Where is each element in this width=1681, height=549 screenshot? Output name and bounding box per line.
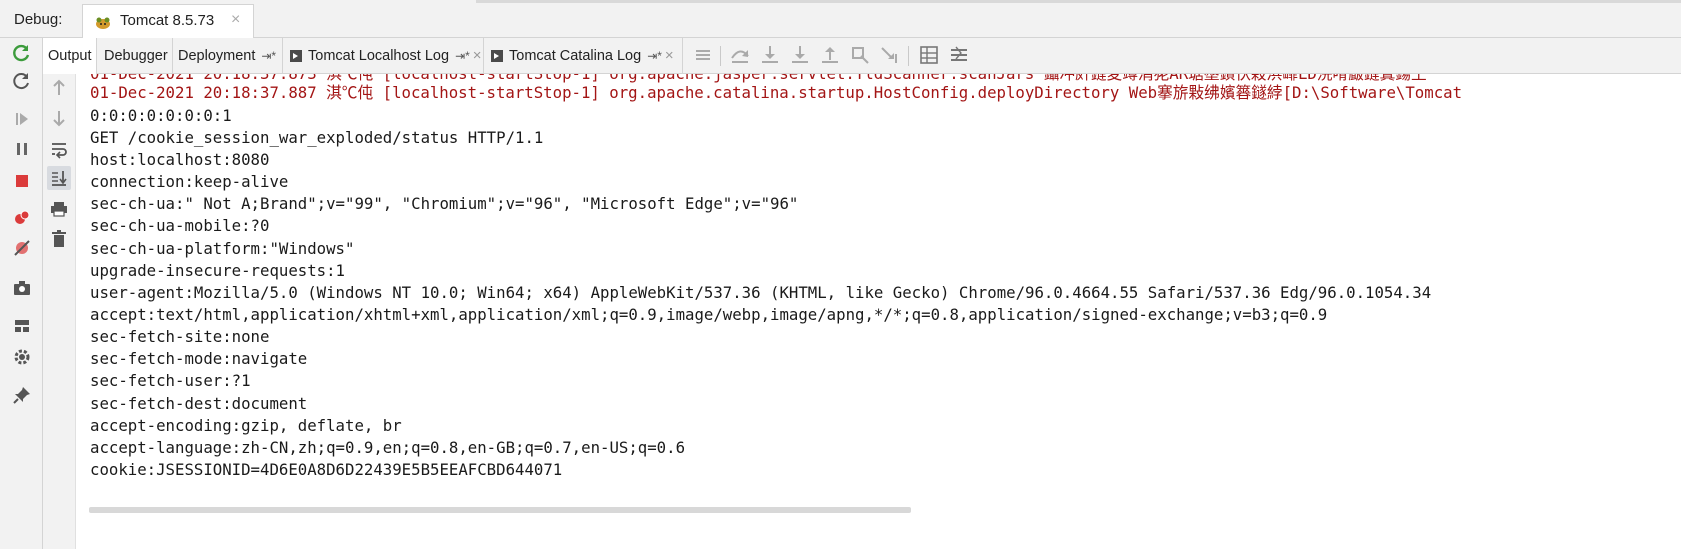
console-icon <box>290 49 302 62</box>
console-line: cookie:JSESSIONID=4D6E0A8D6D22439E5B5EEA… <box>90 460 563 479</box>
step-over-icon[interactable] <box>729 44 751 66</box>
pin-tab-icon[interactable]: ⇥* <box>455 49 470 63</box>
stop-icon[interactable] <box>10 169 34 193</box>
pause-icon[interactable] <box>10 137 34 161</box>
force-step-into-icon[interactable] <box>789 44 811 66</box>
pin-icon[interactable] <box>10 383 34 407</box>
horizontal-scrollbar[interactable] <box>89 507 911 513</box>
close-icon[interactable]: × <box>231 11 240 29</box>
menu-icon[interactable] <box>692 44 714 66</box>
console-line: user-agent:Mozilla/5.0 (Windows NT 10.0;… <box>90 283 1432 302</box>
step-out-icon[interactable] <box>819 44 841 66</box>
restart-icon[interactable] <box>10 69 34 93</box>
print-icon[interactable] <box>47 197 71 221</box>
scroll-to-end-icon[interactable] <box>47 166 71 190</box>
run-config-tab-label: Tomcat 8.5.73 <box>120 12 215 29</box>
top-divider <box>476 0 1681 3</box>
console-icon <box>491 49 503 62</box>
tab-label: Deployment <box>178 47 256 64</box>
close-icon[interactable]: × <box>665 47 674 64</box>
console-line: sec-fetch-dest:document <box>90 394 308 413</box>
console-error-line: 01-Dec-2021 20:18:37.887 淇℃伅 [localhost-… <box>90 83 1463 102</box>
toolbar-separator <box>908 46 909 66</box>
console-line: host:localhost:8080 <box>90 150 270 169</box>
debug-left-toolbar <box>0 38 43 549</box>
tab-label: Output <box>48 48 92 64</box>
run-to-cursor-icon[interactable] <box>879 44 901 66</box>
clear-all-icon[interactable] <box>47 227 71 251</box>
console-line: GET /cookie_session_war_exploded/status … <box>90 128 544 147</box>
debug-label: Debug: <box>14 11 63 28</box>
console-line: upgrade-insecure-requests:1 <box>90 261 346 280</box>
console-line: accept:text/html,application/xhtml+xml,a… <box>90 305 1328 324</box>
console-line: sec-ch-ua:" Not A;Brand";v="99", "Chromi… <box>90 194 799 213</box>
scroll-down-icon[interactable] <box>47 106 71 130</box>
trace-stream-icon[interactable] <box>948 44 970 66</box>
console-line: accept-language:zh-CN,zh;q=0.9,en;q=0.8,… <box>90 438 686 457</box>
console-line: sec-fetch-site:none <box>90 327 270 346</box>
scroll-up-icon[interactable] <box>47 76 71 100</box>
tomcat-icon <box>93 15 113 36</box>
run-config-tab[interactable]: Tomcat 8.5.73 × <box>82 4 254 38</box>
view-breakpoints-icon[interactable] <box>10 206 34 230</box>
tab-label: Debugger <box>104 47 168 64</box>
tab-deployment[interactable]: Deployment ⇥* <box>173 38 283 73</box>
pin-tab-icon[interactable]: ⇥* <box>261 49 276 63</box>
soft-wrap-icon[interactable] <box>47 137 71 161</box>
camera-icon[interactable] <box>10 276 34 300</box>
console-side-toolbar <box>43 74 76 549</box>
evaluate-expression-icon[interactable] <box>918 44 940 66</box>
toolbar-separator <box>720 46 721 66</box>
close-icon[interactable]: × <box>473 47 482 64</box>
console-output[interactable]: 01-Dec-2021 20:18:37.873 淇℃伅 [localhost-… <box>76 74 1681 549</box>
console-line: sec-fetch-mode:navigate <box>90 349 308 368</box>
settings-icon[interactable] <box>10 345 34 369</box>
rerun-icon[interactable] <box>10 41 34 65</box>
tab-label: Tomcat Localhost Log <box>308 47 450 64</box>
tab-tomcat-catalina-log[interactable]: Tomcat Catalina Log ⇥* × <box>484 38 683 73</box>
debug-toolwindow-header: Debug: Tomcat 8.5.73 × <box>0 0 1681 38</box>
console-line: connection:keep-alive <box>90 172 289 191</box>
resume-icon[interactable] <box>10 107 34 131</box>
tab-output[interactable]: Output <box>43 38 97 74</box>
step-into-icon[interactable] <box>759 44 781 66</box>
tab-tomcat-localhost-log[interactable]: Tomcat Localhost Log ⇥* × <box>283 38 484 73</box>
console-line: sec-ch-ua-platform:"Windows" <box>90 239 355 258</box>
tab-label: Tomcat Catalina Log <box>509 47 642 64</box>
pin-tab-icon[interactable]: ⇥* <box>647 49 662 63</box>
console-line: 0:0:0:0:0:0:0:1 <box>90 106 232 125</box>
console-line: sec-fetch-user:?1 <box>90 371 251 390</box>
tab-debugger[interactable]: Debugger <box>97 38 173 73</box>
debug-tab-bar: Output Debugger Deployment ⇥* Tomcat Loc… <box>43 38 1681 74</box>
mute-breakpoints-icon[interactable] <box>10 236 34 260</box>
layout-icon[interactable] <box>10 314 34 338</box>
console-line: sec-ch-ua-mobile:?0 <box>90 216 270 235</box>
console-line: accept-encoding:gzip, deflate, br <box>90 416 402 435</box>
drop-frame-icon[interactable] <box>849 44 871 66</box>
